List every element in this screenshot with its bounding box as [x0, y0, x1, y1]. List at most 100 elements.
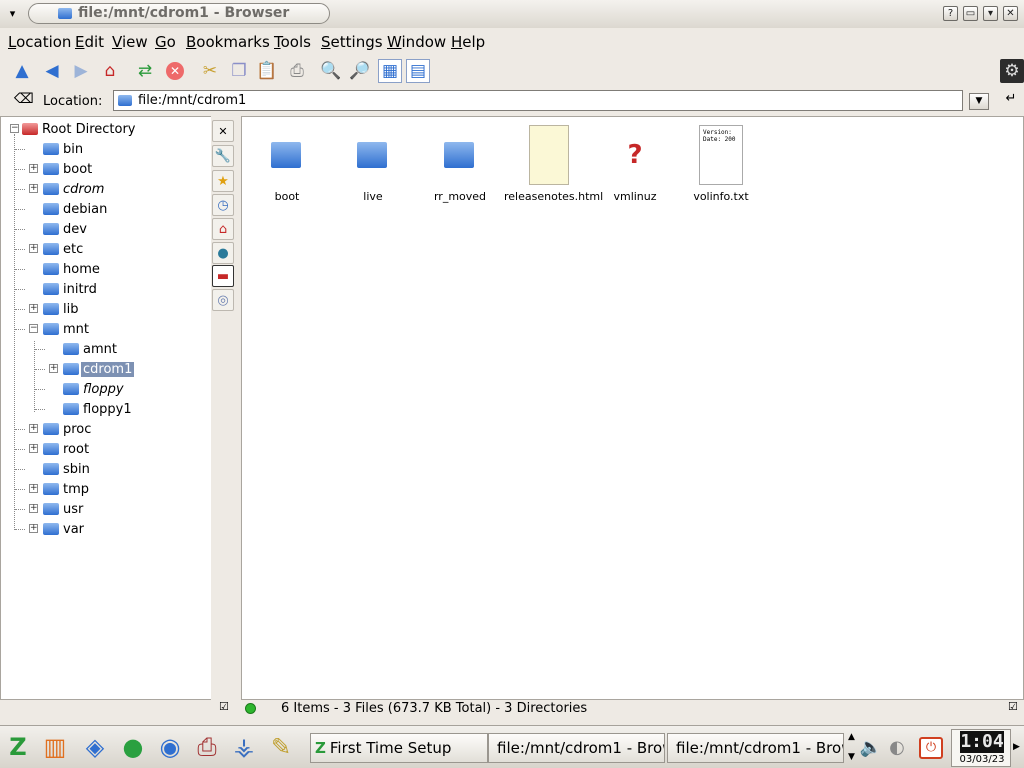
volume-icon[interactable]: 🔈 [858, 731, 884, 763]
file-item[interactable]: Version: Date: 200 volinfo.txt [676, 123, 766, 203]
icon-view-icon[interactable]: ▦ [378, 59, 402, 83]
print-icon[interactable]: ⎙ [285, 59, 309, 83]
menu-location[interactable]: Location [8, 33, 71, 51]
view-status-toggle-icon[interactable]: ☑ [1008, 700, 1018, 713]
window-menu-icon[interactable]: ▾ [5, 6, 20, 21]
menu-tools[interactable]: Tools [274, 33, 311, 51]
tree-root[interactable]: − Root Directory [1, 119, 138, 139]
menu-go[interactable]: Go [155, 33, 176, 51]
kmenu-icon[interactable]: Z [2, 731, 34, 763]
tree-item-floppy1[interactable]: floppy1 [1, 399, 134, 419]
user-icon[interactable]: ◐ [884, 731, 910, 763]
history-icon[interactable]: ◷ [212, 194, 234, 216]
forward-icon[interactable]: ▶ [69, 59, 93, 83]
close-button[interactable]: ✕ [1003, 6, 1018, 21]
help-button[interactable]: ? [943, 6, 958, 21]
stop-icon[interactable]: ✕ [163, 59, 187, 83]
tree-item-cdrom[interactable]: + cdrom [1, 179, 106, 199]
file-item[interactable]: rr_moved [415, 123, 505, 203]
root-folder-icon[interactable]: ▬ [212, 265, 234, 287]
services-icon[interactable]: 🔧 [212, 145, 234, 167]
task-first-time-setup[interactable]: Z First Time Setup [310, 733, 488, 763]
tree-item-var[interactable]: + var [1, 519, 86, 539]
expand-icon[interactable]: + [29, 164, 38, 173]
zoom-in-icon[interactable]: 🔍 [319, 59, 343, 83]
copy-icon[interactable]: ❐ [227, 59, 251, 83]
expand-icon[interactable]: + [29, 504, 38, 513]
task-scroll-icon[interactable]: ▼ [848, 752, 855, 762]
task-scroll-icon[interactable]: ▲ [848, 732, 855, 742]
tree-item-debian[interactable]: debian [1, 199, 109, 219]
file-item[interactable]: live [328, 123, 418, 203]
expand-icon[interactable]: + [29, 484, 38, 493]
clock[interactable]: 1:04 03/03/23 [951, 729, 1011, 767]
paste-icon[interactable]: 📋 [255, 59, 279, 83]
menu-window[interactable]: Window [387, 33, 446, 51]
menu-settings[interactable]: Settings [321, 33, 383, 51]
tree-item-home[interactable]: home [1, 259, 102, 279]
minimize-button[interactable]: ▭ [963, 6, 978, 21]
bookmarks-icon[interactable]: ★ [212, 170, 234, 192]
menu-view[interactable]: View [112, 33, 148, 51]
reload-icon[interactable]: ⇄ [133, 59, 157, 83]
tree-item-cdrom1[interactable]: + cdrom1 [1, 359, 135, 379]
tree-item-usr[interactable]: + usr [1, 499, 85, 519]
editor-icon[interactable]: ✎ [265, 731, 297, 763]
tree-item-dev[interactable]: dev [1, 219, 89, 239]
expand-icon[interactable]: + [29, 444, 38, 453]
firewall-icon[interactable]: ▥ [39, 731, 71, 763]
home-icon[interactable]: ⌂ [212, 218, 234, 240]
file-item[interactable]: boot [242, 123, 332, 203]
file-item[interactable]: releasenotes.html [504, 123, 603, 203]
expand-icon[interactable]: + [49, 364, 58, 373]
tree-view-icon[interactable]: ▤ [406, 59, 430, 83]
printer-icon[interactable]: ⎙ [191, 731, 223, 763]
tree-item-root[interactable]: + root [1, 439, 91, 459]
file-item[interactable]: ? vmlinuz [590, 123, 680, 204]
home-icon[interactable]: ⌂ [98, 59, 122, 83]
network-icon[interactable]: ● [212, 242, 234, 264]
up-icon[interactable]: ▲ [10, 59, 34, 83]
back-icon[interactable]: ◀ [40, 59, 64, 83]
menu-bookmarks[interactable]: Bookmarks [186, 33, 270, 51]
tree-item-initrd[interactable]: initrd [1, 279, 99, 299]
runner-icon[interactable]: ● [117, 731, 149, 763]
cut-icon[interactable]: ✂ [198, 59, 222, 83]
clear-location-icon[interactable]: ⌫ [14, 91, 34, 107]
go-icon[interactable]: ↵ [1002, 91, 1020, 109]
tree-item-mnt[interactable]: − mnt [1, 319, 91, 339]
tree-item-etc[interactable]: + etc [1, 239, 85, 259]
zoom-out-icon[interactable]: 🔎 [348, 59, 372, 83]
task-browser-1[interactable]: file:/mnt/cdrom1 - Brow [488, 733, 665, 763]
tree-item-tmp[interactable]: + tmp [1, 479, 91, 499]
tree-item-lib[interactable]: + lib [1, 299, 80, 319]
cube-icon[interactable]: ◈ [79, 731, 111, 763]
expand-icon[interactable]: + [29, 304, 38, 313]
expand-icon[interactable]: + [29, 184, 38, 193]
menu-help[interactable]: Help [451, 33, 485, 51]
location-input[interactable]: file:/mnt/cdrom1 [113, 90, 963, 111]
collapse-icon[interactable]: − [10, 124, 19, 133]
power-icon[interactable]: ⏻ [919, 737, 943, 759]
tray-arrow-icon[interactable]: ▶ [1013, 742, 1020, 752]
task-browser-2[interactable]: file:/mnt/cdrom1 - Brow [667, 733, 844, 763]
network-icon[interactable]: ⚶ [228, 731, 260, 763]
media-icon[interactable]: ◎ [212, 289, 234, 311]
tree-item-boot[interactable]: + boot [1, 159, 94, 179]
tree-item-floppy[interactable]: floppy [1, 379, 126, 399]
tree-status-toggle-icon[interactable]: ☑ [219, 700, 237, 716]
expand-icon[interactable]: + [29, 244, 38, 253]
expand-icon[interactable]: + [29, 524, 38, 533]
tree-item-amnt[interactable]: amnt [1, 339, 119, 359]
globe-icon[interactable]: ◉ [154, 731, 186, 763]
tree-item-proc[interactable]: + proc [1, 419, 93, 439]
tree-item-label: tmp [63, 481, 90, 497]
menu-edit[interactable]: Edit [75, 33, 104, 51]
expand-icon[interactable]: + [29, 424, 38, 433]
tree-item-sbin[interactable]: sbin [1, 459, 92, 479]
tree-item-bin[interactable]: bin [1, 139, 85, 159]
expand-icon[interactable]: − [29, 324, 38, 333]
close-icon[interactable]: ✕ [212, 120, 234, 142]
location-dropdown[interactable]: ▼ [969, 93, 989, 110]
maximize-button[interactable]: ▾ [983, 6, 998, 21]
